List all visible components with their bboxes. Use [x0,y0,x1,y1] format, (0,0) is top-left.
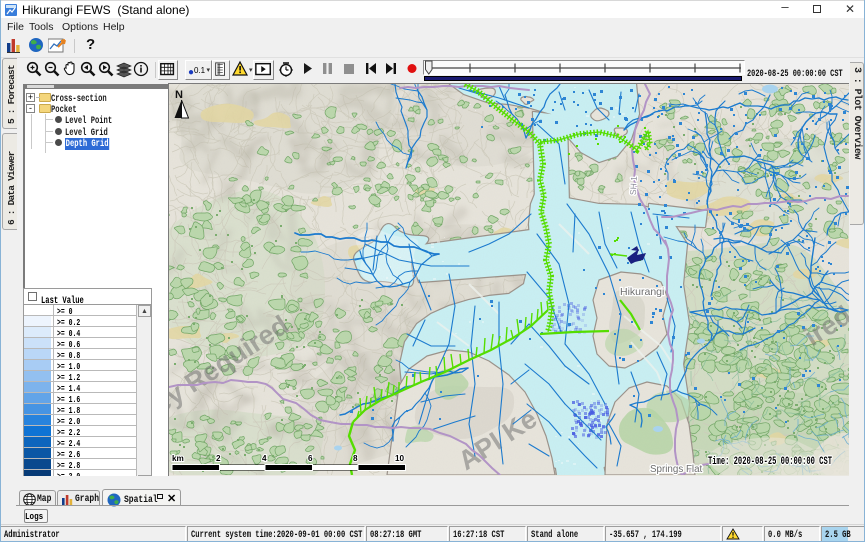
svg-text:4: 4 [262,454,267,463]
svg-text:SH 1: SH 1 [628,176,639,196]
svg-text:Time: 2020-08-25 00:00:00 CST: Time: 2020-08-25 00:00:00 CST [708,456,832,468]
svg-text:6: 6 [308,454,313,463]
svg-text:8: 8 [353,454,358,463]
svg-text:Hikurangi: Hikurangi [620,286,664,298]
svg-text:Springs Flat: Springs Flat [650,464,703,475]
svg-text:km: km [172,454,184,463]
svg-text:N: N [175,89,183,101]
svg-text:2: 2 [216,454,221,463]
svg-text:10: 10 [395,454,405,463]
